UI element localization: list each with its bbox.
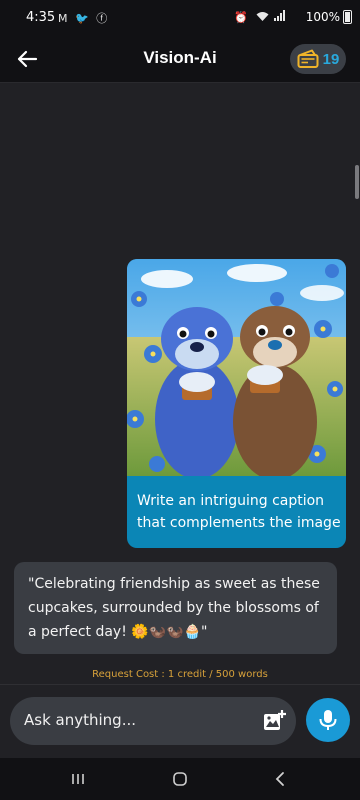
status-bar: 4:35 M 🐦 ⓕ ⏰ 100% bbox=[0, 0, 360, 36]
add-image-icon[interactable] bbox=[262, 709, 286, 733]
app-bar: Vision-Ai 19 bbox=[0, 36, 360, 83]
alarm-icon: ⏰ bbox=[234, 11, 250, 24]
credits-count: 19 bbox=[322, 50, 340, 68]
battery-icon bbox=[343, 10, 352, 24]
assistant-message-bubble: "Celebrating friendship as sweet as thes… bbox=[14, 562, 337, 654]
scrollbar[interactable] bbox=[355, 165, 359, 199]
recent-apps-icon[interactable] bbox=[66, 768, 90, 790]
battery-indicator: 100% bbox=[306, 10, 352, 24]
message-input-placeholder: Ask anything... bbox=[24, 711, 136, 729]
facebook-icon: ⓕ bbox=[96, 12, 110, 25]
assistant-message-text: "Celebrating friendship as sweet as thes… bbox=[28, 576, 320, 640]
message-composer: Ask anything... bbox=[0, 684, 360, 759]
twitter-icon: 🐦 bbox=[75, 12, 91, 25]
battery-level: 100% bbox=[305, 10, 340, 24]
user-message-text: Write an intriguing caption that complem… bbox=[137, 493, 341, 531]
microphone-button[interactable] bbox=[306, 698, 350, 742]
credit-card-icon bbox=[297, 49, 319, 68]
message-input[interactable]: Ask anything... bbox=[10, 697, 296, 745]
system-navigation-bar bbox=[0, 758, 360, 800]
notification-icons: M 🐦 ⓕ bbox=[58, 10, 109, 26]
status-time: 4:35 bbox=[26, 10, 56, 25]
microphone-icon bbox=[319, 710, 337, 730]
wifi-icon bbox=[256, 11, 275, 24]
user-message-bubble: Write an intriguing caption that complem… bbox=[127, 259, 346, 548]
gmail-icon: M bbox=[58, 12, 70, 25]
signal-icon bbox=[274, 10, 286, 24]
back-icon[interactable] bbox=[268, 768, 292, 790]
credits-button[interactable]: 19 bbox=[290, 44, 346, 74]
system-icons: ⏰ bbox=[234, 10, 286, 24]
uploaded-image[interactable] bbox=[127, 259, 346, 476]
home-icon[interactable] bbox=[168, 768, 192, 790]
request-cost-note: Request Cost : 1 credit / 500 words bbox=[92, 669, 268, 680]
